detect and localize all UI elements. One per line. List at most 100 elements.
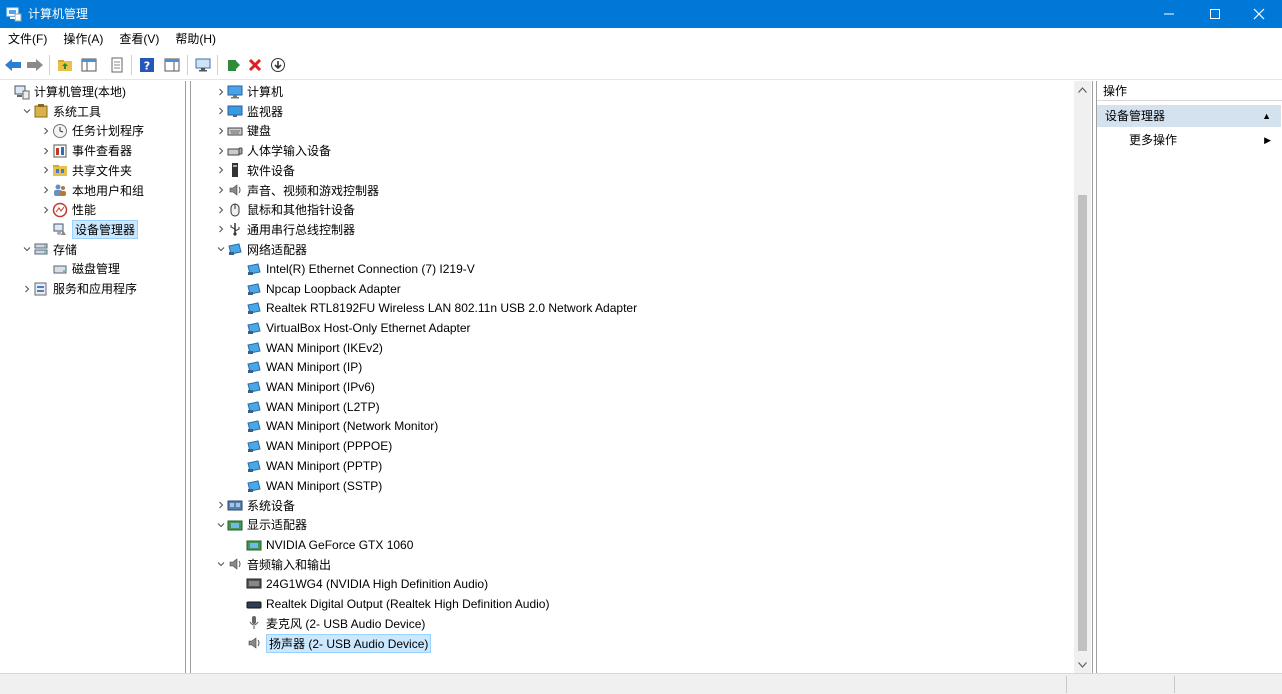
close-button[interactable] [1236,0,1282,28]
window-title: 计算机管理 [28,7,89,21]
collapsed-chevron-icon[interactable] [215,141,227,160]
device-tree-item[interactable]: Npcap Loopback Adapter [234,279,401,298]
device-tree-item[interactable]: 麦克风 (2- USB Audio Device) [234,614,425,633]
device-tree-item[interactable]: 显示适配器 [215,515,307,534]
nav-tree-item[interactable]: 本地用户和组 [40,181,144,200]
properties-button[interactable] [106,54,128,76]
up-folder-icon [58,60,72,71]
nav-tree-item[interactable]: 共享文件夹 [40,161,132,180]
device-tree-item[interactable]: 人体学输入设备 [215,141,331,160]
scroll-down-arrow[interactable] [1074,656,1091,673]
menu-action[interactable]: 操作(A) [55,28,111,50]
device-tree-item[interactable]: NVIDIA GeForce GTX 1060 [234,535,413,554]
collapsed-chevron-icon[interactable] [40,181,52,200]
collapsed-chevron-icon[interactable] [40,161,52,180]
nav-tree-item[interactable]: 计算机管理(本地) [2,82,126,101]
device-tree-item-label: 人体学输入设备 [247,144,332,159]
nav-tree-item[interactable]: 事件查看器 [40,141,132,160]
device-tree-item[interactable]: WAN Miniport (Network Monitor) [234,417,438,436]
device-tree-item[interactable]: 鼠标和其他指针设备 [215,200,355,219]
device-tree-item[interactable]: 网络适配器 [215,240,307,259]
network-adapter-icon [246,320,262,336]
device-tree-item[interactable]: 计算机 [215,82,283,101]
show-action-pane-button[interactable] [161,54,183,76]
device-tree-item[interactable]: WAN Miniport (PPTP) [234,456,382,475]
help-button[interactable]: ? [136,54,158,76]
collapsed-chevron-icon[interactable] [40,200,52,219]
expanded-chevron-icon[interactable] [215,515,227,534]
collapsed-chevron-icon[interactable] [21,279,33,298]
more-actions-label: 更多操作 [1129,133,1178,147]
update-driver-button[interactable] [222,54,244,76]
show-tree-button[interactable] [78,54,100,76]
expanded-chevron-icon[interactable] [21,102,33,121]
expanded-chevron-icon[interactable] [215,240,227,259]
nav-tree-item[interactable]: 系统工具 [21,102,101,121]
nav-tree-item-label: 事件查看器 [72,144,133,159]
device-tree-item[interactable]: WAN Miniport (IKEv2) [234,338,383,357]
actions-pane: 操作 设备管理器 ▲ 更多操作 ▶ [1096,81,1282,673]
device-tree-item[interactable]: 扬声器 (2- USB Audio Device) [234,633,432,653]
menu-view[interactable]: 查看(V) [111,28,167,50]
device-tree-item[interactable]: 声音、视频和游戏控制器 [215,181,379,200]
collapsed-chevron-icon[interactable] [40,141,52,160]
help-icon: ? [140,58,154,73]
monitor-icon [227,103,243,119]
enable-device-button[interactable] [267,54,289,76]
expanded-chevron-icon[interactable] [21,240,33,259]
collapsed-chevron-icon[interactable] [215,82,227,101]
device-tree-scrollbar[interactable] [1074,81,1091,673]
nav-tree-item[interactable]: 任务计划程序 [40,121,144,140]
collapsed-chevron-icon[interactable] [215,102,227,121]
scroll-thumb[interactable] [1078,195,1087,651]
minimize-button[interactable] [1146,0,1192,28]
device-tree-item[interactable]: WAN Miniport (L2TP) [234,397,380,416]
maximize-button[interactable] [1192,0,1238,28]
uninstall-button[interactable] [244,54,266,76]
actions-section-device-manager[interactable]: 设备管理器 ▲ [1097,105,1281,127]
nav-tree-item[interactable]: 磁盘管理 [40,259,120,278]
expanded-chevron-icon[interactable] [215,555,227,574]
device-tree-item[interactable]: WAN Miniport (SSTP) [234,476,382,495]
device-tree-item[interactable]: VirtualBox Host-Only Ethernet Adapter [234,318,471,337]
scan-hardware-button[interactable] [192,54,214,76]
scroll-up-arrow[interactable] [1074,81,1091,98]
back-button[interactable] [2,54,24,76]
device-tree-item[interactable]: 键盘 [215,121,271,140]
device-tree-item[interactable]: 音频输入和输出 [215,555,331,574]
nav-tree-item[interactable]: 性能 [40,200,96,219]
device-tree-item-label: 声音、视频和游戏控制器 [247,183,380,198]
device-tree-item[interactable]: WAN Miniport (PPPOE) [234,437,392,456]
actions-section-label: 设备管理器 [1105,109,1166,123]
device-manager-icon [52,221,68,237]
up-folder-button[interactable] [54,54,76,76]
collapsed-chevron-icon[interactable] [215,220,227,239]
device-tree-item[interactable]: 系统设备 [215,496,295,515]
nav-tree-item[interactable]: 存储 [21,240,77,259]
collapsed-chevron-icon[interactable] [40,121,52,140]
device-tree-item[interactable]: Realtek Digital Output (Realtek High Def… [234,594,549,613]
nav-tree-item[interactable]: 设备管理器 [40,219,139,239]
collapsed-chevron-icon[interactable] [215,496,227,515]
nav-tree-item[interactable]: 服务和应用程序 [21,279,137,298]
device-tree-item[interactable]: 24G1WG4 (NVIDIA High Definition Audio) [234,575,488,594]
collapsed-chevron-icon[interactable] [215,121,227,140]
device-tree-item[interactable]: WAN Miniport (IPv6) [234,378,375,397]
more-actions-item[interactable]: 更多操作 ▶ [1097,130,1281,150]
device-tree-item[interactable]: 通用串行总线控制器 [215,220,355,239]
device-tree-item[interactable]: 软件设备 [215,161,295,180]
collapsed-chevron-icon[interactable] [215,161,227,180]
forward-button[interactable] [24,54,46,76]
device-tree-item[interactable]: WAN Miniport (IP) [234,358,362,377]
collapsed-chevron-icon[interactable] [215,200,227,219]
device-tree-item[interactable]: Realtek RTL8192FU Wireless LAN 802.11n U… [234,299,637,318]
network-adapter-icon [246,478,262,494]
device-tree-item[interactable]: 监视器 [215,102,283,121]
device-tree-item[interactable]: Intel(R) Ethernet Connection (7) I219-V [234,259,475,278]
device-tree-item-label: 软件设备 [247,163,296,178]
menu-help[interactable]: 帮助(H) [167,28,224,50]
menu-file[interactable]: 文件(F) [0,28,55,50]
collapsed-chevron-icon[interactable] [215,181,227,200]
